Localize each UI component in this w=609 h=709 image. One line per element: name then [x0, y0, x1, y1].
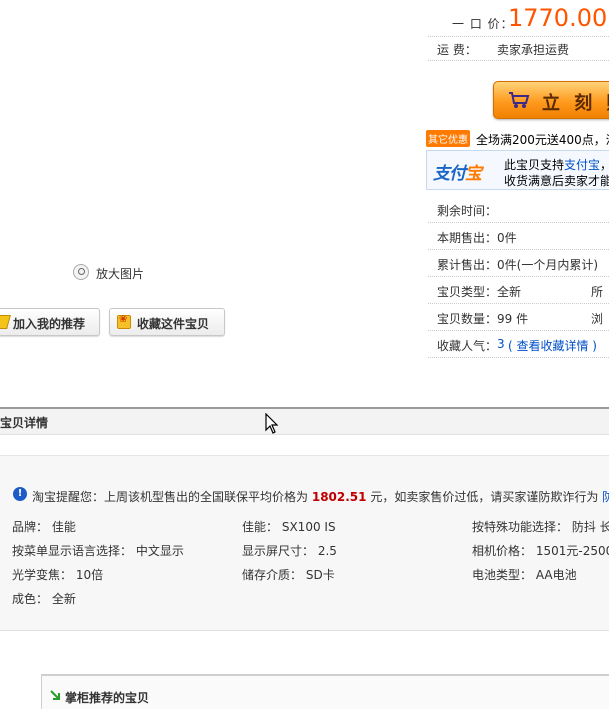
recommended-title: 掌柜推荐的宝贝: [65, 691, 150, 705]
divider: [428, 330, 609, 331]
alert-price: 1802.51: [311, 490, 367, 504]
promo-badge: 其它优惠: [426, 130, 470, 147]
item-type-value: 全新: [497, 285, 522, 299]
attr-model: 佳能： SX100 IS: [242, 520, 336, 534]
item-quantity-value: 99 件: [497, 312, 529, 326]
alipay-link[interactable]: 支付宝: [564, 158, 600, 172]
shipping-value: 卖家承担运费: [497, 43, 570, 57]
total-sold-value: 0件(一个月内累计): [497, 258, 598, 272]
alipay-line1: 此宝贝支持支付宝，: [504, 158, 609, 172]
zoom-icon[interactable]: [73, 264, 89, 280]
divider: [428, 60, 609, 61]
arrow-icon: [50, 690, 60, 700]
item-views-label: 浏: [591, 312, 604, 326]
favorite-icon: [117, 314, 131, 329]
alert-link[interactable]: 防: [602, 490, 609, 504]
item-quantity-label: 宝贝数量：: [437, 312, 498, 326]
period-sold-value: 0件: [497, 231, 517, 245]
attr-screen-size: 显示屏尺寸： 2.5: [242, 544, 337, 558]
item-type-label: 宝贝类型：: [437, 285, 498, 299]
alert-icon: !: [13, 487, 27, 501]
favorites-detail-link[interactable]: ( 查看收藏详情 ): [508, 337, 597, 354]
add-recommend-button[interactable]: 加入我的推荐: [0, 308, 100, 336]
divider: [428, 357, 609, 358]
favorite-item-label: 收藏这件宝贝: [137, 317, 210, 331]
period-sold-label: 本期售出：: [437, 231, 498, 245]
attr-camera-price: 相机价格： 1501元-2500: [472, 544, 609, 558]
price-alert: 淘宝提醒您：上周该机型售出的全国联保平均价格为 1802.51 元，如卖家售价过…: [32, 488, 609, 505]
divider: [428, 276, 609, 277]
alipay-logo: 支付宝: [433, 164, 482, 184]
remaining-time-label: 剩余时间：: [437, 204, 498, 218]
attr-condition: 成色： 全新: [12, 592, 76, 606]
zoom-image-link[interactable]: 放大图片: [96, 265, 144, 282]
cart-icon: [509, 92, 530, 108]
divider: [428, 36, 609, 37]
attr-brand: 品牌： 佳能: [12, 520, 76, 534]
total-sold-label: 累计售出：: [437, 258, 498, 272]
item-location-label: 所: [591, 285, 604, 299]
promo-text: 全场满200元送400点，满: [476, 133, 609, 147]
divider: [428, 222, 609, 223]
divider: [428, 249, 609, 250]
add-recommend-label: 加入我的推荐: [13, 317, 86, 331]
buy-now-label: 立 刻 购: [542, 93, 609, 114]
price-value: 1770.00: [508, 4, 608, 32]
details-title[interactable]: 宝贝详情: [0, 414, 48, 431]
attr-menu-language: 按菜单显示语言选择： 中文显示: [12, 544, 184, 558]
attr-optical-zoom: 光学变焦： 10倍: [12, 568, 104, 582]
favorites-label: 收藏人气：: [437, 339, 498, 353]
divider: [428, 303, 609, 304]
pencil-icon: [0, 315, 11, 329]
attr-storage: 储存介质： SD卡: [242, 568, 335, 582]
buy-now-button[interactable]: 立 刻 购: [493, 81, 609, 119]
alipay-line2: 收货满意后卖家才能: [504, 174, 609, 188]
attr-battery: 电池类型： AA电池: [472, 568, 577, 582]
mouse-cursor-icon: [265, 413, 279, 434]
price-label: 一 口 价：: [452, 17, 514, 31]
favorites-count[interactable]: 3: [497, 337, 505, 351]
shipping-label: 运 费：: [437, 43, 477, 57]
attr-special-feature: 按特殊功能选择： 防抖 长: [472, 520, 609, 534]
details-header: [0, 409, 609, 435]
favorite-item-button[interactable]: 收藏这件宝贝: [109, 308, 225, 336]
